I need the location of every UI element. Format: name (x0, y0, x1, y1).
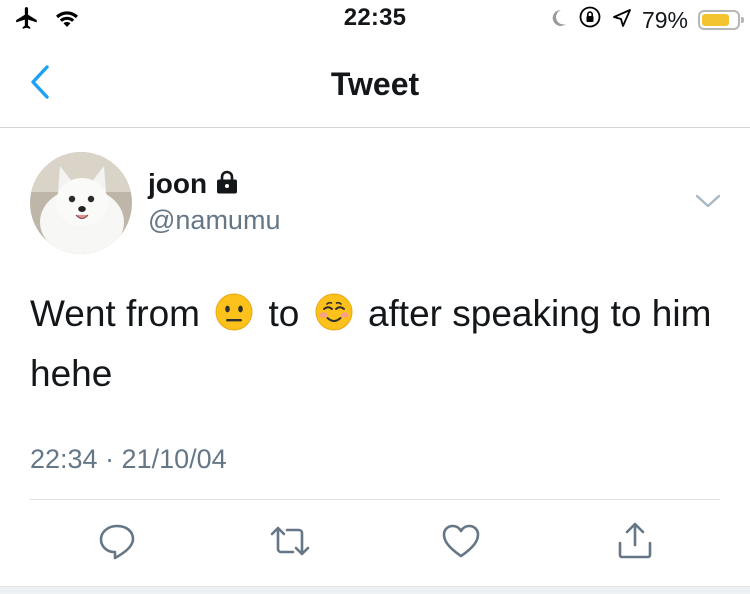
page-title: Tweet (330, 66, 420, 102)
chevron-down-icon (695, 193, 721, 214)
retweet-icon (268, 521, 312, 566)
battery-percent: 79% (641, 6, 688, 33)
author-name: joon (148, 168, 208, 199)
author-name-row[interactable]: joon (148, 168, 239, 200)
retweet-button[interactable] (265, 518, 315, 568)
moon-icon (550, 7, 568, 34)
share-button[interactable] (610, 518, 660, 568)
status-bar-right: 79% (550, 5, 744, 35)
reply-button[interactable] (92, 518, 142, 568)
tweet-text-part: to (258, 293, 310, 334)
like-button[interactable] (436, 518, 486, 568)
orientation-lock-icon (578, 5, 602, 35)
tweet-text: Went from to after speaking to him hehe (30, 284, 730, 404)
lock-icon (215, 169, 239, 200)
avatar[interactable] (30, 152, 132, 254)
heart-icon (441, 522, 481, 565)
nav-divider (0, 127, 750, 128)
neutral-face-emoji (214, 290, 254, 331)
reply-icon (97, 521, 137, 566)
location-icon (612, 7, 632, 34)
battery-icon (698, 10, 744, 30)
tweet-menu-button[interactable] (690, 188, 726, 218)
tweet-text-part: Went from (30, 293, 211, 334)
share-icon (615, 521, 655, 566)
tweet-divider (30, 499, 720, 500)
tweet-timestamp[interactable]: 22:34 · 21/10/04 (30, 444, 227, 475)
smiling-face-emoji (314, 290, 354, 331)
author-handle[interactable]: @namumu (148, 205, 280, 236)
